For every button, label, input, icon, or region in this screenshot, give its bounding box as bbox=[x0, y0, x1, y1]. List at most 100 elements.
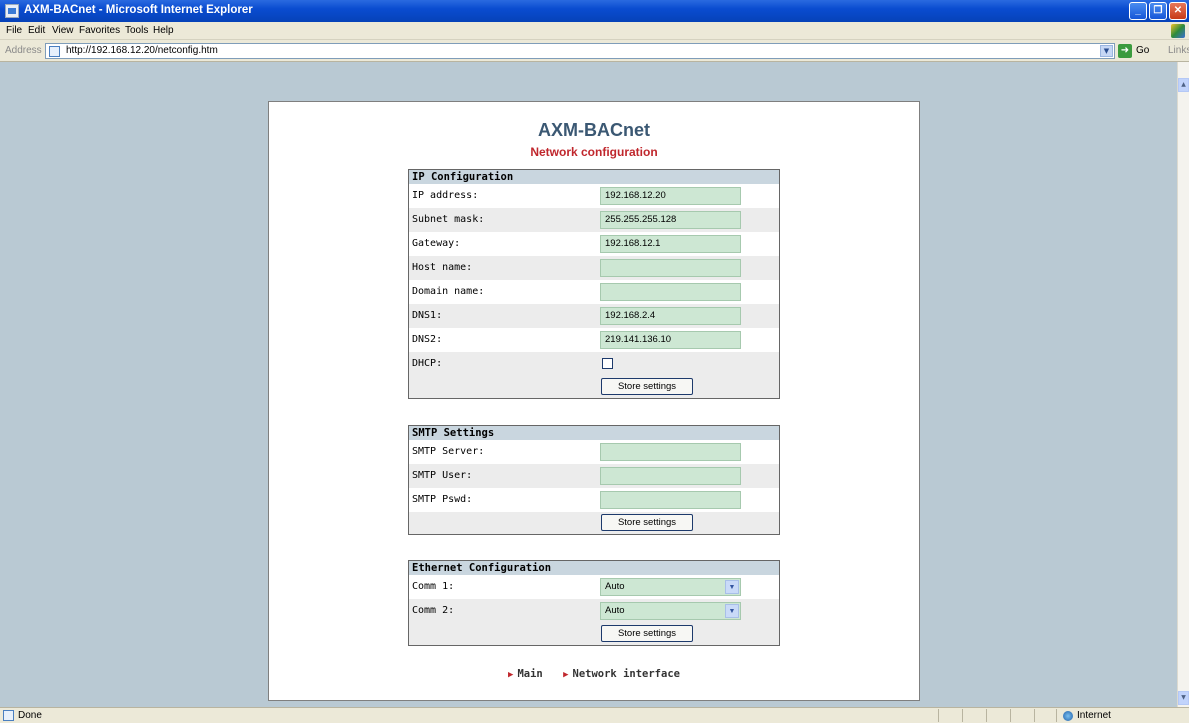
panel-header: IP Configuration bbox=[409, 170, 779, 184]
chevron-down-icon[interactable]: ▼ bbox=[725, 580, 739, 594]
dns2-row: DNS2: 219.141.136.10 bbox=[409, 328, 779, 352]
network-interface-link[interactable]: ▶ Network interface bbox=[563, 668, 680, 680]
menu-file[interactable]: File bbox=[6, 25, 22, 36]
menu-view[interactable]: View bbox=[52, 25, 74, 36]
maximize-button[interactable]: ❐ bbox=[1149, 2, 1167, 20]
divider bbox=[1056, 709, 1057, 722]
address-bar: Address http://192.168.12.20/netconfig.h… bbox=[0, 40, 1189, 62]
field-label: DNS1: bbox=[412, 310, 443, 321]
field-label: DHCP: bbox=[412, 358, 443, 369]
chevron-down-icon[interactable]: ▼ bbox=[725, 604, 739, 618]
field-label: Comm 2: bbox=[412, 605, 455, 616]
window-title: AXM-BACnet - Microsoft Internet Explorer bbox=[24, 4, 253, 16]
comm2-row: Comm 2: Auto ▼ bbox=[409, 599, 779, 623]
ie-page-icon bbox=[5, 4, 19, 18]
field-label: Host name: bbox=[412, 262, 473, 273]
arrow-right-icon: ▶ bbox=[563, 670, 569, 680]
scroll-up-icon[interactable]: ▲ bbox=[1178, 78, 1189, 92]
ethernet-store-settings-button[interactable]: Store settings bbox=[601, 625, 693, 642]
ip-address-row: IP address: 192.168.12.20 bbox=[409, 184, 779, 208]
dns1-input[interactable]: 192.168.2.4 bbox=[600, 307, 741, 325]
domain-name-input[interactable] bbox=[600, 283, 741, 301]
dhcp-row: DHCP: bbox=[409, 352, 779, 376]
config-page: AXM-BACnet Network configuration IP Conf… bbox=[268, 101, 920, 701]
divider bbox=[1034, 709, 1035, 722]
ethernet-configuration-panel: Ethernet Configuration Comm 1: Auto ▼ Co… bbox=[408, 560, 780, 646]
field-label: Gateway: bbox=[412, 238, 461, 249]
divider bbox=[962, 709, 963, 722]
menu-edit[interactable]: Edit bbox=[28, 25, 45, 36]
smtp-store-settings-button[interactable]: Store settings bbox=[601, 514, 693, 531]
field-label: Subnet mask: bbox=[412, 214, 485, 225]
divider bbox=[938, 709, 939, 722]
smtp-settings-panel: SMTP Settings SMTP Server: SMTP User: SM… bbox=[408, 425, 780, 535]
security-zone-label: Internet bbox=[1077, 710, 1111, 721]
scroll-down-icon[interactable]: ▼ bbox=[1178, 691, 1189, 705]
button-row: Store settings bbox=[409, 376, 779, 398]
page-icon bbox=[49, 46, 60, 57]
divider bbox=[986, 709, 987, 722]
address-input[interactable]: http://192.168.12.20/netconfig.htm ▼ bbox=[45, 43, 1115, 59]
menu-tools[interactable]: Tools bbox=[125, 25, 148, 36]
field-label: Domain name: bbox=[412, 286, 485, 297]
dns1-row: DNS1: 192.168.2.4 bbox=[409, 304, 779, 328]
close-button[interactable]: ✕ bbox=[1169, 2, 1187, 20]
arrow-right-icon: ▶ bbox=[508, 670, 514, 680]
minimize-button[interactable]: _ bbox=[1129, 2, 1147, 20]
status-bar: Done Internet bbox=[0, 707, 1189, 723]
panel-header: SMTP Settings bbox=[409, 426, 779, 440]
title-bar: AXM-BACnet - Microsoft Internet Explorer… bbox=[0, 0, 1189, 22]
field-label: DNS2: bbox=[412, 334, 443, 345]
smtp-server-input[interactable] bbox=[600, 443, 741, 461]
address-url[interactable]: http://192.168.12.20/netconfig.htm bbox=[66, 45, 218, 56]
dhcp-checkbox[interactable] bbox=[602, 358, 613, 369]
smtp-password-row: SMTP Pswd: bbox=[409, 488, 779, 512]
vertical-scrollbar[interactable]: ▲ ▼ bbox=[1177, 62, 1189, 707]
gateway-row: Gateway: 192.168.12.1 bbox=[409, 232, 779, 256]
select-value: Auto bbox=[605, 605, 625, 616]
windows-logo-icon bbox=[1171, 24, 1185, 38]
field-label: SMTP Pswd: bbox=[412, 494, 473, 505]
button-row: Store settings bbox=[409, 623, 779, 645]
menu-bar: File Edit View Favorites Tools Help bbox=[0, 22, 1189, 40]
domain-name-row: Domain name: bbox=[409, 280, 779, 304]
subnet-mask-input[interactable]: 255.255.255.128 bbox=[600, 211, 741, 229]
status-text: Done bbox=[18, 710, 42, 721]
footer-links: ▶ Main ▶ Network interface bbox=[269, 668, 919, 680]
host-name-input[interactable] bbox=[600, 259, 741, 277]
smtp-server-row: SMTP Server: bbox=[409, 440, 779, 464]
field-label: SMTP Server: bbox=[412, 446, 485, 457]
internet-zone-icon bbox=[1063, 711, 1073, 721]
go-arrow-icon[interactable]: ➜ bbox=[1118, 44, 1132, 58]
comm2-select[interactable]: Auto ▼ bbox=[600, 602, 741, 620]
smtp-password-input[interactable] bbox=[600, 491, 741, 509]
links-button[interactable]: Links bbox=[1168, 45, 1189, 56]
page-subtitle: Network configuration bbox=[530, 145, 658, 159]
menu-favorites[interactable]: Favorites bbox=[79, 25, 120, 36]
field-label: IP address: bbox=[412, 190, 479, 201]
subnet-mask-row: Subnet mask: 255.255.255.128 bbox=[409, 208, 779, 232]
address-label: Address bbox=[5, 45, 42, 56]
field-label: Comm 1: bbox=[412, 581, 455, 592]
go-button[interactable]: Go bbox=[1136, 45, 1149, 56]
dns2-input[interactable]: 219.141.136.10 bbox=[600, 331, 741, 349]
ip-address-input[interactable]: 192.168.12.20 bbox=[600, 187, 741, 205]
panel-header: Ethernet Configuration bbox=[409, 561, 779, 575]
menu-help[interactable]: Help bbox=[153, 25, 174, 36]
page-title: AXM-BACnet bbox=[538, 120, 650, 140]
divider bbox=[1010, 709, 1011, 722]
browser-viewport: AXM-BACnet Network configuration IP Conf… bbox=[0, 62, 1177, 707]
page-done-icon bbox=[3, 710, 14, 721]
gateway-input[interactable]: 192.168.12.1 bbox=[600, 235, 741, 253]
button-row: Store settings bbox=[409, 512, 779, 534]
comm1-select[interactable]: Auto ▼ bbox=[600, 578, 741, 596]
ip-store-settings-button[interactable]: Store settings bbox=[601, 378, 693, 395]
select-value: Auto bbox=[605, 581, 625, 592]
field-label: SMTP User: bbox=[412, 470, 473, 481]
smtp-user-row: SMTP User: bbox=[409, 464, 779, 488]
ip-configuration-panel: IP Configuration IP address: 192.168.12.… bbox=[408, 169, 780, 399]
main-link[interactable]: ▶ Main bbox=[508, 668, 549, 680]
comm1-row: Comm 1: Auto ▼ bbox=[409, 575, 779, 599]
smtp-user-input[interactable] bbox=[600, 467, 741, 485]
address-dropdown-icon[interactable]: ▼ bbox=[1100, 45, 1113, 57]
